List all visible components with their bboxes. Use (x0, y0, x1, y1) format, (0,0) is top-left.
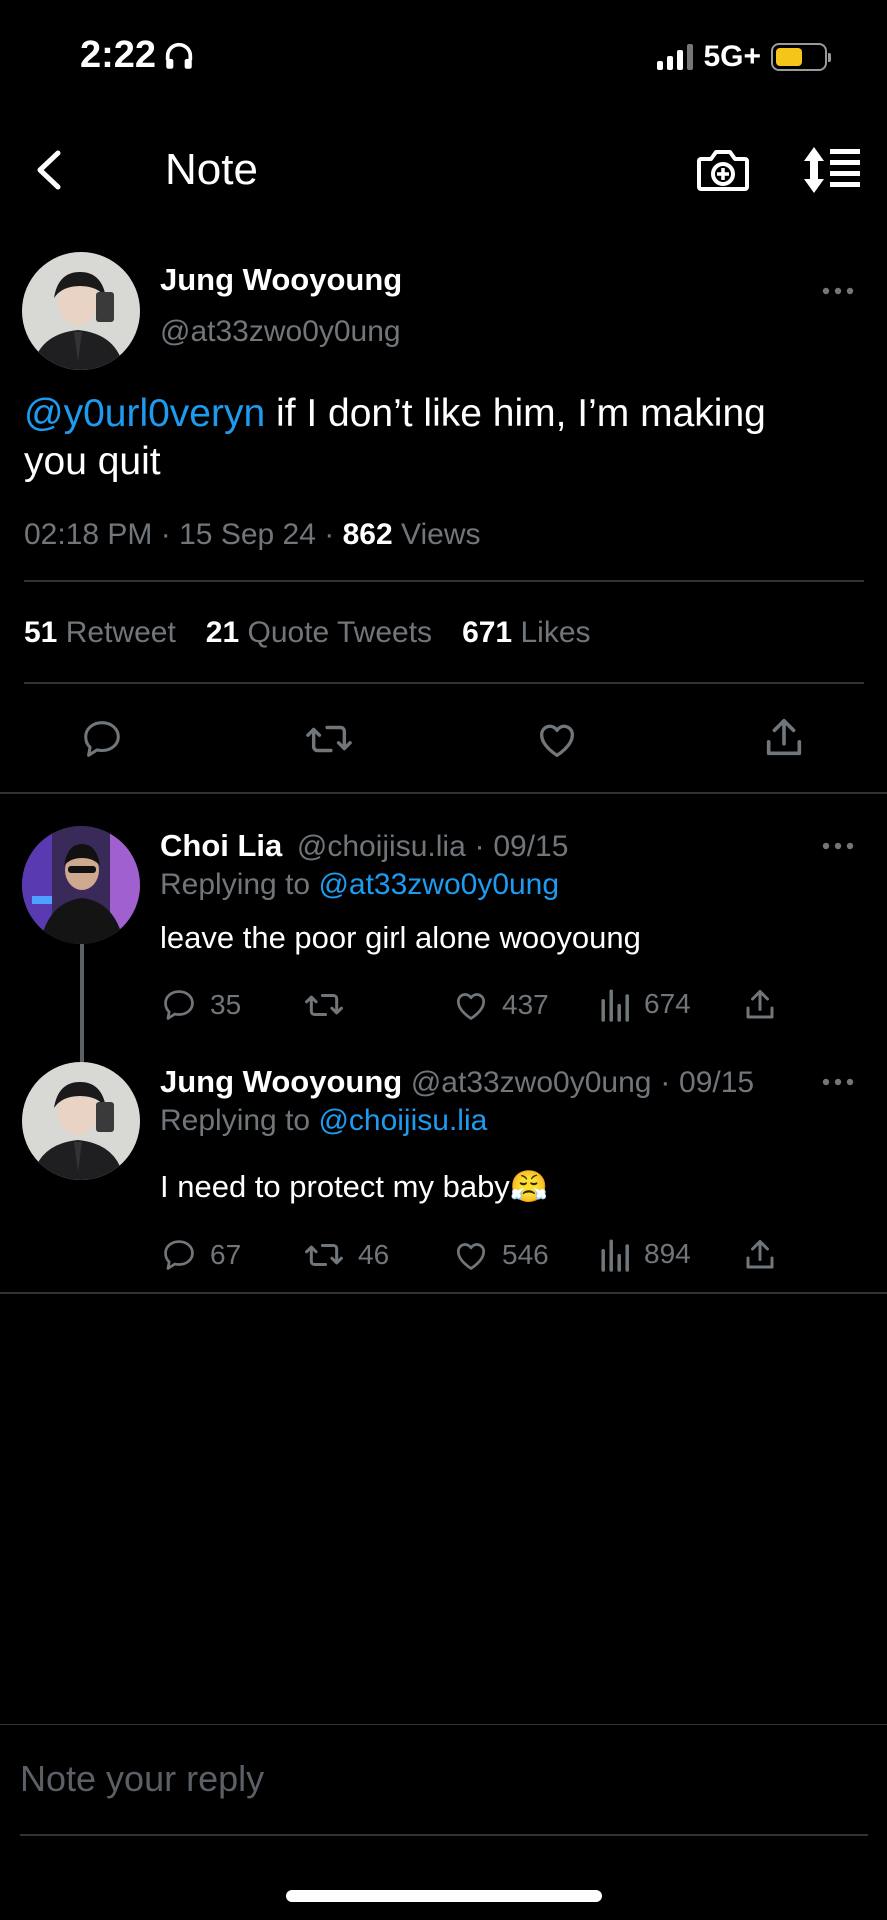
battery-icon (771, 43, 831, 71)
tweet-meta: 02:18 PM · 15 Sep 24 · 862 Views (24, 518, 480, 552)
meta-separator: · (324, 518, 335, 551)
like-action[interactable]: 437 (452, 986, 549, 1024)
tweet-text-line1: if I don’t like him, I’m making (265, 392, 766, 435)
engagement-stats: 51 Retweet 21 Quote Tweets 671 Likes (24, 616, 591, 650)
thread-line (80, 944, 84, 1062)
likes-stat[interactable]: 671 Likes (462, 616, 590, 650)
retweet-count: 46 (358, 1239, 390, 1270)
replying-to-link[interactable]: @at33zwo0y0ung (318, 868, 559, 901)
retweet-icon[interactable] (302, 716, 356, 762)
back-icon[interactable] (30, 145, 70, 195)
likes-label: Likes (520, 616, 591, 649)
views-action[interactable]: 674 (600, 986, 691, 1022)
likes-count: 671 (462, 616, 513, 649)
divider (24, 682, 864, 684)
retweet-count: 51 (24, 616, 58, 649)
reply-author-handle[interactable]: @at33zwo0y0ung (411, 1066, 652, 1099)
meta-separator: · (474, 828, 485, 863)
views-icon (601, 1239, 629, 1272)
network-label: 5G+ (703, 40, 761, 73)
tweet-text-line2: you quit (24, 440, 161, 483)
reply-icon[interactable] (78, 716, 126, 762)
replying-to-link[interactable]: @choijisu.lia (318, 1104, 487, 1137)
meta-separator: · (160, 518, 171, 551)
view-count: 894 (644, 1238, 691, 1269)
quote-count: 21 (205, 616, 240, 649)
retweet-action[interactable]: 46 (302, 1236, 389, 1274)
quote-stat[interactable]: 21 Quote Tweets (206, 616, 432, 650)
divider (24, 580, 864, 582)
author-handle[interactable]: @at33zwo0y0ung (160, 315, 401, 349)
like-icon (456, 993, 486, 1020)
status-time: 2:22 (80, 34, 196, 77)
headphones-icon (165, 42, 193, 69)
like-count: 546 (502, 1239, 549, 1270)
divider (20, 1834, 868, 1836)
divider (0, 1724, 887, 1725)
reply-count: 67 (210, 1239, 242, 1270)
clock-text: 2:22 (80, 34, 157, 76)
meta-separator: · (660, 1064, 671, 1099)
reply-author-name[interactable]: Jung Wooyoung (160, 1064, 402, 1099)
share-icon[interactable] (742, 986, 778, 1024)
status-indicators: 5G+ (657, 40, 831, 74)
more-icon[interactable] (822, 840, 854, 852)
share-icon[interactable] (761, 714, 807, 762)
tweet-time: 02:18 PM (24, 518, 153, 551)
reply-action[interactable]: 35 (160, 986, 241, 1024)
reply-input[interactable]: Note your reply (20, 1758, 264, 1800)
mention-link[interactable]: @y0url0veryn (24, 392, 265, 435)
quote-label: Quote Tweets (247, 616, 433, 649)
views-label: Views (401, 518, 481, 551)
avatar[interactable] (22, 1062, 140, 1180)
reply-date: 09/15 (493, 830, 569, 863)
reply-author-name[interactable]: Choi Lia (160, 828, 282, 863)
sort-list-icon[interactable] (800, 145, 862, 195)
views-action[interactable]: 894 (600, 1236, 691, 1272)
reply-icon (164, 990, 194, 1020)
views-count: 862 (342, 518, 393, 551)
retweet-icon (305, 993, 343, 1017)
page-title: Note (165, 145, 258, 194)
view-count: 674 (644, 988, 691, 1019)
replying-to: Replying to @at33zwo0y0ung (160, 868, 559, 902)
reply-author-handle[interactable]: @choijisu.lia (297, 830, 466, 863)
like-icon[interactable] (533, 716, 581, 762)
share-icon[interactable] (742, 1236, 778, 1274)
replying-label: Replying to (160, 1104, 311, 1137)
divider (0, 792, 887, 794)
reply-icon (164, 1240, 194, 1270)
retweet-action[interactable] (302, 986, 358, 1024)
reply-count: 35 (210, 989, 242, 1020)
like-action[interactable]: 546 (452, 1236, 549, 1274)
tweet-date: 15 Sep 24 (179, 518, 316, 551)
more-icon[interactable] (822, 285, 854, 297)
divider (0, 1292, 887, 1294)
camera-plus-icon[interactable] (695, 145, 751, 195)
reply-date: 09/15 (679, 1066, 755, 1099)
retweet-icon (305, 1243, 343, 1267)
views-icon (601, 989, 629, 1022)
reply-action[interactable]: 67 (160, 1236, 241, 1274)
signal-icon (657, 44, 694, 70)
replying-to: Replying to @choijisu.lia (160, 1104, 487, 1138)
reply-header: Jung Wooyoung @at33zwo0y0ung · 09/15 (160, 1064, 754, 1100)
tweet-text: @y0url0veryn if I don’t like him, I’m ma… (24, 390, 874, 486)
home-indicator[interactable] (286, 1890, 602, 1902)
retweet-stat[interactable]: 51 Retweet (24, 616, 176, 650)
avatar[interactable] (22, 826, 140, 944)
like-count: 437 (502, 989, 549, 1020)
reply-header: Choi Lia @choijisu.lia · 09/15 (160, 828, 568, 864)
reply-text: I need to protect my baby😤 (160, 1169, 549, 1204)
author-name[interactable]: Jung Wooyoung (160, 262, 402, 298)
replying-label: Replying to (160, 868, 311, 901)
retweet-label: Retweet (65, 616, 176, 649)
like-icon (456, 1243, 486, 1270)
avatar[interactable] (22, 252, 140, 370)
reply-text: leave the poor girl alone wooyoung (160, 920, 641, 955)
more-icon[interactable] (822, 1076, 854, 1088)
